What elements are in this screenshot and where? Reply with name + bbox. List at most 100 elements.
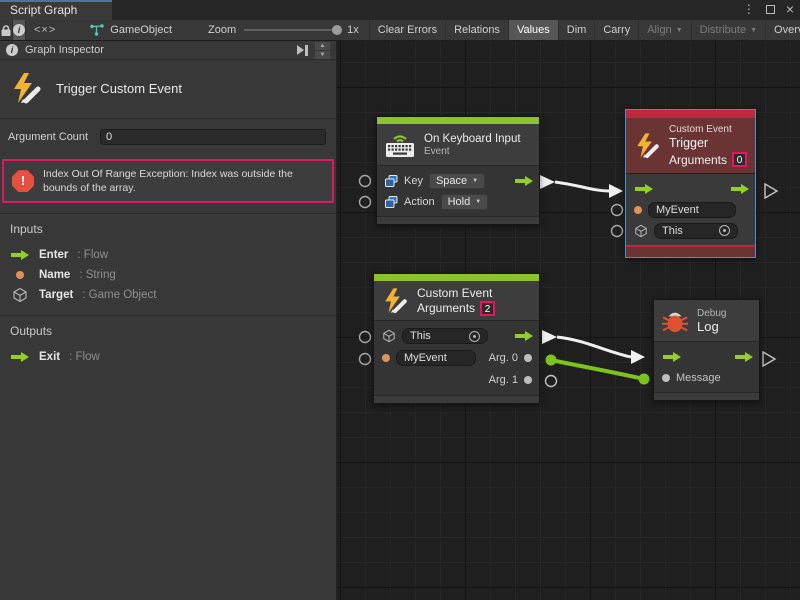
outputs-section: Outputs Exit: Flow [0, 315, 336, 377]
wire-arrowhead [609, 184, 623, 198]
zoom-control: Zoom 1x [182, 20, 370, 40]
port-arg1-outer[interactable] [546, 376, 557, 387]
lock-button[interactable] [0, 20, 13, 40]
arguments-count-badge[interactable]: 0 [732, 152, 747, 167]
maximize-icon[interactable] [766, 5, 775, 14]
port-myevent-outer[interactable] [360, 354, 371, 365]
zoom-slider[interactable] [244, 29, 339, 31]
key-dropdown[interactable]: Space▼ [429, 173, 485, 189]
node-on-keyboard-input[interactable]: On Keyboard Input Event Key Space▼ [376, 116, 540, 225]
graph-canvas[interactable]: On Keyboard Input Event Key Space▼ [337, 41, 800, 600]
error-icon: ! [12, 170, 34, 192]
node-footer [626, 245, 755, 257]
values-button[interactable]: Values [509, 20, 559, 40]
port-debug-exit-outer[interactable] [763, 352, 775, 366]
argument-count-row: Argument Count [0, 119, 336, 153]
inspector-toggle-button[interactable]: i [13, 20, 26, 40]
arg1-port-icon[interactable] [524, 376, 532, 384]
dim-button[interactable]: Dim [559, 20, 596, 40]
flow-out-port[interactable] [514, 175, 534, 187]
port-arg0-connected[interactable] [546, 355, 557, 366]
node-debug-log[interactable]: Debug Log Message [653, 299, 760, 401]
window-menu-icon[interactable]: ⋮ [743, 2, 755, 16]
flow-out-port[interactable] [734, 351, 754, 363]
overview-button[interactable]: Overv [766, 20, 800, 40]
port-action-outer[interactable] [360, 197, 371, 208]
zoom-slider-handle[interactable] [332, 25, 342, 35]
port-this-outer[interactable] [360, 332, 371, 343]
chevron-down-icon: ▼ [676, 27, 683, 34]
node-kind: Custom Event [669, 124, 747, 135]
panel-scroll-stepper[interactable]: ▲▼ [315, 42, 330, 59]
port-key-outer[interactable] [360, 176, 371, 187]
target-field[interactable]: This [402, 328, 488, 344]
dock-panel-icon[interactable] [297, 45, 308, 56]
literal-icon [385, 196, 398, 208]
node-subtitle: Event [424, 146, 521, 157]
node-trigger-custom-event[interactable]: Custom Event Trigger Arguments 0 MyEvent [625, 109, 756, 258]
tab-script-graph[interactable]: Script Graph [0, 0, 112, 20]
gameobject-cube-icon[interactable] [382, 329, 396, 343]
flow-in-port[interactable] [634, 183, 654, 195]
node-footer [377, 216, 539, 224]
flow-out-port[interactable] [514, 330, 534, 342]
arg1-row: Arg. 1 [374, 369, 539, 391]
bug-icon [662, 308, 688, 334]
gameobject-cube-icon [10, 287, 30, 303]
port-message-connected[interactable] [639, 374, 650, 385]
input-row-target: Target: Game Object [10, 285, 326, 305]
flow-out-port[interactable] [730, 183, 750, 195]
node-custom-event-arguments[interactable]: Custom Event Arguments 2 This [373, 273, 540, 404]
event-strip [377, 117, 539, 124]
flow-in-port[interactable] [662, 351, 682, 363]
string-port-icon[interactable] [382, 354, 390, 362]
port-trigger-exit-outer[interactable] [765, 184, 777, 198]
info-icon: i [13, 24, 25, 36]
wire-arguments-to-debug[interactable] [557, 337, 631, 357]
arguments-label: Arguments [417, 301, 475, 315]
port-trigger-target-outer[interactable] [612, 226, 623, 237]
port-trigger-name-outer[interactable] [612, 205, 623, 216]
literal-icon [385, 175, 398, 187]
object-picker-icon[interactable] [469, 331, 480, 342]
action-dropdown[interactable]: Hold▼ [441, 194, 489, 210]
code-view-button[interactable]: <×> [26, 20, 64, 40]
carry-button[interactable]: Carry [595, 20, 639, 40]
message-port-icon[interactable] [662, 374, 670, 382]
info-icon: i [6, 44, 18, 56]
chevron-down-icon: ▼ [472, 178, 478, 184]
wire-keyboard-to-trigger[interactable] [555, 182, 609, 191]
message-label: Message [676, 372, 721, 384]
chevron-down-icon: ▼ [750, 27, 757, 34]
custom-event-icon [10, 72, 42, 104]
argument-count-input[interactable] [100, 129, 326, 145]
string-port-icon[interactable] [634, 206, 642, 214]
node-footer [654, 392, 759, 400]
node-title: On Keyboard Input [424, 133, 521, 145]
wire-start-arguments-flow[interactable] [542, 330, 557, 344]
target-field[interactable]: This [654, 223, 738, 239]
input-row-name: Name: String [10, 265, 326, 285]
graph-inspector-header: i Graph Inspector ▲▼ [0, 41, 336, 60]
gameobject-cube-icon[interactable] [634, 224, 648, 238]
event-name-field[interactable]: MyEvent [648, 202, 736, 218]
custom-event-icon [634, 132, 660, 159]
target-row: This [626, 220, 755, 241]
close-icon[interactable]: × [786, 2, 794, 16]
align-button[interactable]: Align▼ [639, 20, 691, 40]
distribute-button[interactable]: Distribute▼ [692, 20, 766, 40]
wire-arg0-to-message[interactable] [551, 360, 644, 379]
gameobject-selector[interactable]: GameObject [64, 20, 182, 40]
relations-button[interactable]: Relations [446, 20, 509, 40]
wire-start-keyboard-flow[interactable] [540, 175, 555, 189]
event-name-field[interactable]: MyEvent [396, 350, 476, 366]
event-strip [374, 274, 539, 281]
wire-arrowhead [631, 350, 645, 364]
arguments-count-badge[interactable]: 2 [480, 301, 495, 316]
object-picker-icon[interactable] [719, 225, 730, 236]
action-label: Action [404, 196, 435, 208]
keyboard-event-icon [385, 132, 415, 158]
node-kind: Custom Event [417, 286, 495, 300]
clear-errors-button[interactable]: Clear Errors [370, 20, 446, 40]
arg0-port-icon[interactable] [524, 354, 532, 362]
